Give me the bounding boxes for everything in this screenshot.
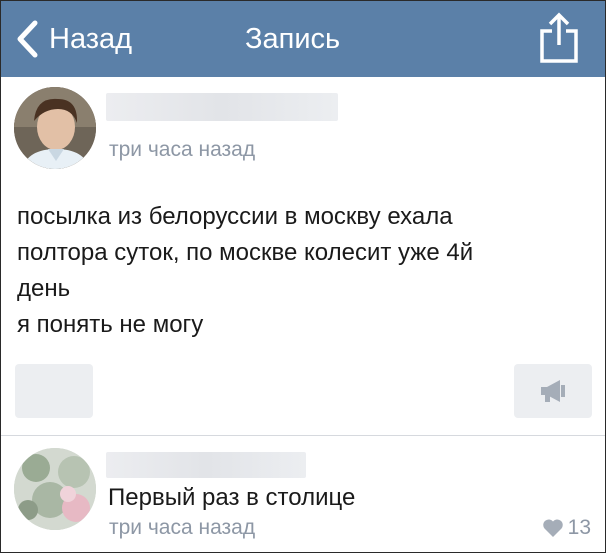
post: три часа назад посылка из белоруссии в м…: [1, 77, 605, 437]
megaphone-icon: [541, 380, 565, 402]
comment-text: Первый раз в столице: [108, 484, 356, 511]
repost-button[interactable]: [514, 364, 592, 418]
post-text: посылка из белоруссии в москву ехала пол…: [17, 199, 597, 343]
back-label: Назад: [49, 23, 133, 55]
like-count: 13: [567, 516, 591, 539]
avatar-photo: [14, 87, 96, 169]
post-timestamp: три часа назад: [109, 138, 256, 161]
nav-bar: Назад Запись: [1, 1, 605, 77]
post-text-line: полтора суток, по москве колесит уже 4й: [17, 239, 474, 266]
comment: Первый раз в столице три часа назад 13: [1, 436, 605, 553]
chevron-left-icon: [17, 20, 38, 58]
avatar[interactable]: [14, 87, 96, 169]
post-text-line: день: [17, 275, 71, 302]
author-name-blurred: [106, 93, 338, 121]
like-button[interactable]: [15, 364, 93, 418]
page-title: Запись: [245, 23, 341, 55]
commenter-name-blurred: [106, 452, 306, 478]
avatar-photo: [14, 448, 96, 530]
post-text-line: посылка из белоруссии в москву ехала: [17, 203, 453, 230]
share-icon[interactable]: [535, 9, 583, 65]
commenter-avatar[interactable]: [14, 448, 96, 530]
comment-like-button[interactable]: 13: [542, 516, 591, 540]
comment-timestamp: три часа назад: [109, 516, 256, 539]
back-button[interactable]: Назад: [13, 17, 132, 61]
heart-icon: [542, 519, 563, 537]
post-text-line: я понять не могу: [17, 311, 204, 338]
